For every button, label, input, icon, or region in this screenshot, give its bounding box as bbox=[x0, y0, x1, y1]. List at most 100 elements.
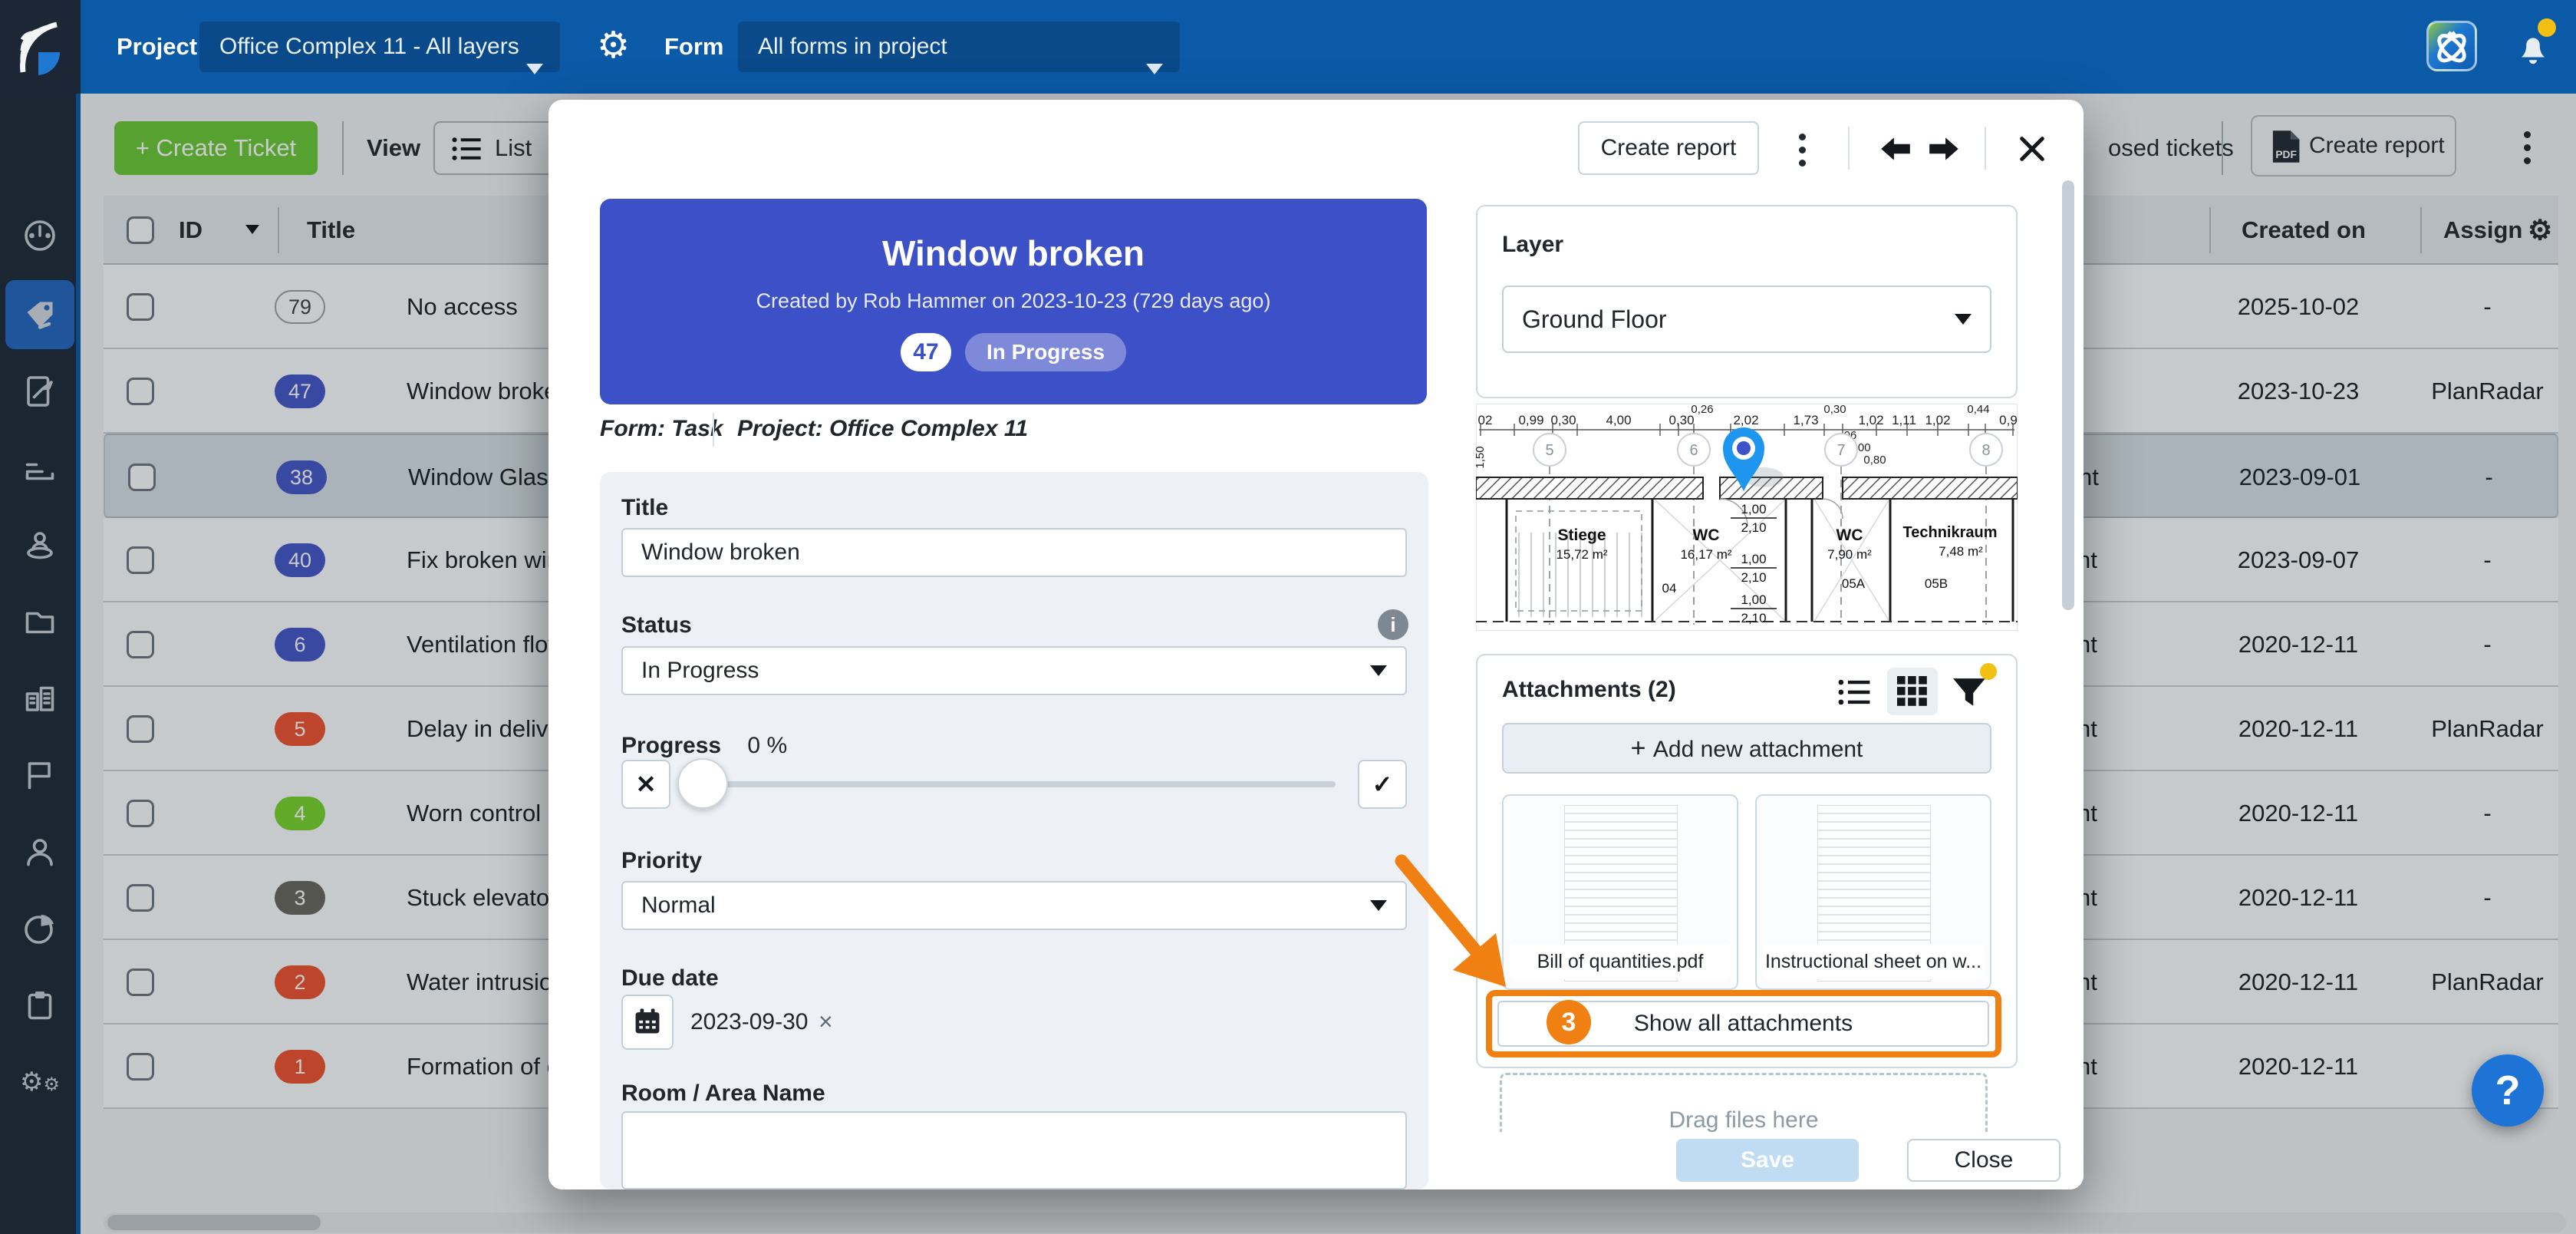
due-date-value: 2023-09-30 bbox=[690, 995, 808, 1050]
info-icon[interactable]: i bbox=[1378, 609, 1408, 640]
ticket-project-meta: Project: Office Complex 11 bbox=[737, 416, 1028, 442]
attachment-thumbnail[interactable]: Bill of quantities.pdf bbox=[1502, 794, 1738, 990]
status-field-label: Status bbox=[621, 612, 692, 638]
save-button[interactable]: Save bbox=[1676, 1139, 1859, 1182]
previous-ticket-arrow-icon[interactable] bbox=[1878, 134, 1913, 163]
priority-field-label: Priority bbox=[621, 848, 702, 874]
title-field-label: Title bbox=[621, 495, 668, 521]
grid-bubble: 6 bbox=[1689, 442, 1698, 459]
calendar-picker-button[interactable] bbox=[621, 995, 674, 1050]
room-area: 15,72 m² bbox=[1556, 547, 1607, 562]
attachments-grid-view-active[interactable] bbox=[1887, 668, 1938, 715]
layer-select[interactable]: Ground Floor bbox=[1502, 285, 1991, 353]
room-area: 7,90 m² bbox=[1827, 547, 1872, 562]
plan-code: 05A bbox=[1842, 576, 1866, 591]
room-input[interactable] bbox=[621, 1111, 1407, 1189]
ticket-created-subtitle: Created by Rob Hammer on 2023-10-23 (729… bbox=[600, 289, 1427, 313]
progress-field-label: Progress 0 % bbox=[621, 733, 787, 759]
project-select-value: Office Complex 11 - All layers bbox=[219, 34, 519, 59]
chevron-down-icon bbox=[1146, 64, 1163, 74]
plan-dim-small: 0,26 bbox=[1691, 404, 1713, 416]
chevron-down-icon bbox=[1955, 314, 1972, 325]
close-icon[interactable] bbox=[2017, 134, 2047, 164]
progress-confirm-button[interactable]: ✓ bbox=[1358, 760, 1407, 809]
plan-dim-small: 0,30 bbox=[1823, 404, 1846, 416]
room-field-label: Room / Area Name bbox=[621, 1081, 825, 1107]
chevron-down-icon bbox=[1370, 900, 1387, 911]
project-select[interactable]: Office Complex 11 - All layers bbox=[199, 21, 560, 72]
form-label: Form bbox=[664, 0, 724, 94]
annotation-step-badge: 3 bbox=[1547, 1000, 1591, 1044]
door-dim: 1,00 bbox=[1741, 552, 1766, 566]
priority-select[interactable]: Normal bbox=[621, 881, 1407, 930]
ticket-title-heading: Window broken bbox=[600, 199, 1427, 274]
progress-clear-button[interactable]: ✕ bbox=[621, 760, 670, 809]
modal-header-divider bbox=[1848, 127, 1850, 170]
drag-files-label: Drag files here bbox=[1502, 1107, 1985, 1133]
calendar-icon bbox=[633, 1007, 662, 1036]
next-ticket-arrow-icon[interactable] bbox=[1926, 134, 1962, 163]
plan-dim-small: 1,50 bbox=[1476, 446, 1487, 468]
attachments-title: Attachments (2) bbox=[1502, 677, 1676, 703]
progress-label-text: Progress bbox=[621, 733, 721, 758]
attachment-thumbnail[interactable]: Instructional sheet on w... bbox=[1755, 794, 1991, 990]
form-select[interactable]: All forms in project bbox=[738, 21, 1180, 72]
grid-bubble: 7 bbox=[1836, 442, 1845, 459]
notification-dot bbox=[2538, 18, 2556, 37]
status-select-value: In Progress bbox=[641, 658, 759, 683]
door-dim: 2,10 bbox=[1741, 611, 1766, 625]
door-dim: 1,00 bbox=[1741, 592, 1766, 607]
room-name: Technikraum bbox=[1903, 524, 1998, 541]
ticket-status-pill: In Progress bbox=[965, 333, 1126, 371]
modal-scrollbar-thumb[interactable] bbox=[2062, 180, 2074, 610]
plan-code: 05B bbox=[1925, 576, 1948, 591]
plan-dim: 0,9 bbox=[1999, 413, 2018, 427]
filter-active-dot bbox=[1980, 663, 1997, 680]
top-bar: Project Office Complex 11 - All layers ⚙… bbox=[0, 0, 2576, 94]
grid-view-icon bbox=[1897, 676, 1928, 707]
project-label: Project bbox=[117, 0, 197, 94]
modal-create-report-button[interactable]: Create report bbox=[1578, 121, 1759, 175]
attachments-filter-icon[interactable] bbox=[1952, 674, 1987, 712]
modal-header-divider bbox=[1985, 127, 1986, 170]
plan-dim: 02 bbox=[1478, 413, 1493, 427]
plan-dim-small: 0,80 bbox=[1863, 454, 1886, 467]
logo-block[interactable] bbox=[0, 0, 81, 94]
due-date-clear-icon[interactable]: × bbox=[819, 995, 833, 1050]
close-button[interactable]: Close bbox=[1907, 1139, 2060, 1182]
grid-bubble: 8 bbox=[1981, 442, 1990, 459]
chevron-down-icon bbox=[526, 64, 543, 74]
apps-tile-icon[interactable] bbox=[2426, 21, 2477, 71]
add-new-attachment-button[interactable]: + Add new attachment bbox=[1502, 723, 1991, 774]
plan-dim: 1,02 bbox=[1925, 413, 1950, 427]
progress-slider-track[interactable] bbox=[699, 781, 1336, 787]
planradar-app: Project Office Complex 11 - All layers ⚙… bbox=[0, 0, 2576, 1234]
add-attachment-label: Add new attachment bbox=[1653, 737, 1863, 762]
project-settings-gear-icon[interactable]: ⚙ bbox=[597, 28, 630, 64]
plan-dim: 1,73 bbox=[1793, 413, 1818, 427]
attachments-list-view-icon[interactable] bbox=[1838, 677, 1872, 708]
chevron-down-icon bbox=[1370, 665, 1387, 676]
plan-dim-small: 0,44 bbox=[1967, 404, 1989, 416]
plan-dim: 1,02 bbox=[1858, 413, 1883, 427]
help-button[interactable]: ? bbox=[2472, 1054, 2544, 1127]
apps-glyph-icon bbox=[2429, 23, 2475, 69]
door-dim: 2,10 bbox=[1741, 570, 1766, 585]
modal-more-menu-kebab-icon[interactable] bbox=[1799, 127, 1807, 173]
priority-select-value: Normal bbox=[641, 893, 716, 918]
layer-select-value: Ground Floor bbox=[1522, 305, 1667, 333]
ticket-id-pill: 47 bbox=[901, 333, 951, 371]
door-dim: 1,00 bbox=[1741, 502, 1766, 516]
room-name: Stiege bbox=[1557, 526, 1606, 544]
ticket-header-card: Window broken Created by Rob Hammer on 2… bbox=[600, 199, 1427, 404]
plus-icon: + bbox=[1631, 734, 1653, 763]
ticket-form-meta: Form: Task bbox=[600, 416, 723, 442]
status-select[interactable]: In Progress bbox=[621, 646, 1407, 695]
progress-slider-knob[interactable] bbox=[677, 758, 728, 809]
progress-value: 0 % bbox=[747, 733, 787, 758]
floor-plan-preview[interactable]: 02 0,99 0,30 4,00 0,30 2,02 1,73 1,02 1,… bbox=[1476, 404, 2018, 631]
grid-bubble: 5 bbox=[1545, 442, 1553, 459]
meta-divider bbox=[713, 413, 714, 447]
plan-dim: 2,02 bbox=[1733, 413, 1758, 427]
title-input[interactable] bbox=[621, 528, 1407, 577]
